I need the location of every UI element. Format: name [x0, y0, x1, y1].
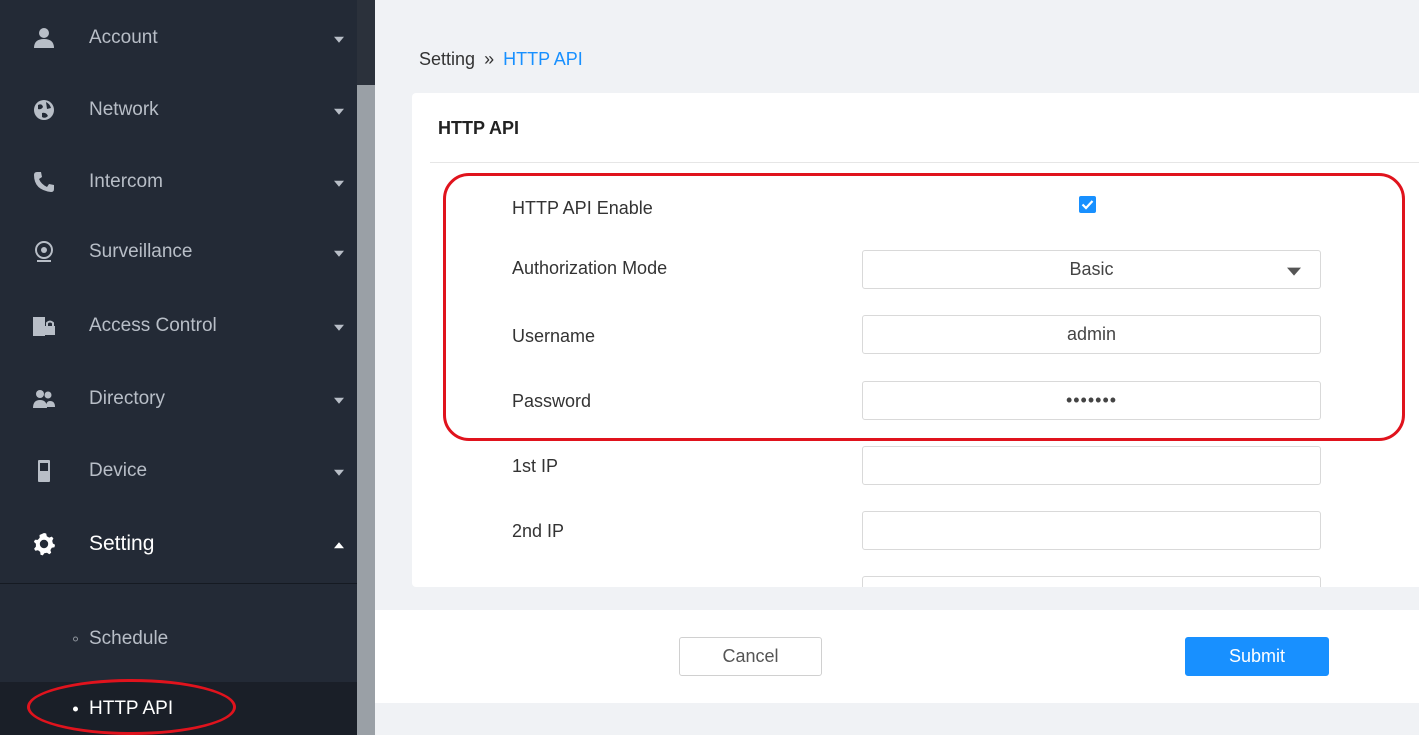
- sidebar-item-label: Network: [89, 99, 159, 120]
- card-title: HTTP API: [438, 118, 520, 138]
- sidebar-item-label: Intercom: [89, 171, 163, 192]
- chevron-down-icon: [334, 36, 344, 43]
- webcam-icon: [32, 240, 56, 264]
- ip3-field-partial[interactable]: [862, 576, 1321, 587]
- sidebar-scrollbar-thumb[interactable]: [357, 85, 375, 735]
- sidebar-item-intercom[interactable]: Intercom: [0, 146, 357, 218]
- authorization-mode-select[interactable]: Basic: [862, 250, 1321, 289]
- sidebar-item-label: Surveillance: [89, 241, 193, 262]
- breadcrumb-separator: »: [484, 49, 495, 69]
- sidebar-item-access-control[interactable]: Access Control: [0, 290, 357, 362]
- phone-icon: [32, 170, 56, 194]
- chevron-down-icon: [334, 250, 344, 257]
- sidebar-divider: [0, 583, 357, 584]
- password-label: Password: [512, 391, 592, 411]
- submit-button[interactable]: Submit: [1185, 637, 1329, 676]
- sidebar: Account Network Intercom Surveillance Ac…: [0, 0, 357, 735]
- globe-icon: [32, 98, 56, 122]
- sidebar-item-label: Device: [89, 460, 148, 481]
- sidebar-item-account[interactable]: Account: [0, 2, 357, 74]
- username-field[interactable]: [862, 315, 1321, 354]
- sidebar-item-directory[interactable]: Directory: [0, 363, 357, 435]
- sidebar-subitem-label: Schedule: [89, 628, 169, 649]
- users-icon: [32, 387, 56, 411]
- http-api-enable-checkbox[interactable]: [1079, 196, 1096, 213]
- chevron-down-icon: [334, 108, 344, 115]
- chevron-down-icon: [334, 324, 344, 331]
- sidebar-item-surveillance[interactable]: Surveillance: [0, 216, 357, 288]
- door-lock-icon: [32, 314, 56, 338]
- sidebar-scrollbar[interactable]: [357, 0, 375, 735]
- sidebar-item-label: Directory: [89, 388, 166, 409]
- chevron-down-icon: [334, 397, 344, 404]
- sidebar-item-label: Setting: [89, 532, 155, 555]
- authorization-mode-label: Authorization Mode: [512, 258, 668, 278]
- user-icon: [32, 26, 56, 50]
- card-divider: [430, 162, 1419, 163]
- ip2-label: 2nd IP: [512, 521, 565, 541]
- check-icon: [1081, 200, 1094, 210]
- bullet-icon: [73, 706, 78, 711]
- username-input[interactable]: [863, 315, 1320, 354]
- chevron-up-icon: [334, 542, 344, 549]
- sidebar-item-network[interactable]: Network: [0, 74, 357, 146]
- sidebar-item-setting[interactable]: Setting: [0, 508, 357, 580]
- ip2-input[interactable]: [863, 511, 1320, 550]
- breadcrumb-current: HTTP API: [503, 49, 583, 69]
- password-input[interactable]: •••••••: [1066, 390, 1117, 411]
- password-field[interactable]: •••••••: [862, 381, 1321, 420]
- username-label: Username: [512, 326, 596, 346]
- sidebar-item-label: Access Control: [89, 315, 217, 336]
- authorization-mode-value: Basic: [1069, 259, 1114, 279]
- bullet-icon: [73, 636, 78, 642]
- cancel-button[interactable]: Cancel: [679, 637, 822, 676]
- sidebar-subitem-http-api[interactable]: HTTP API: [0, 682, 357, 735]
- sidebar-item-device[interactable]: Device: [0, 435, 357, 507]
- footer-bar: Cancel Submit: [375, 610, 1419, 703]
- gear-icon: [32, 532, 56, 556]
- ip2-field[interactable]: [862, 511, 1321, 550]
- sidebar-subitem-label: HTTP API: [89, 697, 174, 719]
- http-api-enable-label: HTTP API Enable: [512, 198, 653, 218]
- chevron-down-icon: [1287, 267, 1301, 276]
- chevron-down-icon: [334, 469, 344, 476]
- breadcrumb: Setting » HTTP API: [419, 49, 583, 70]
- http-api-card: HTTP API HTTP API Enable Authorization M…: [412, 93, 1419, 587]
- sidebar-item-label: Account: [89, 27, 158, 48]
- ip1-input[interactable]: [863, 446, 1320, 485]
- ip1-field[interactable]: [862, 446, 1321, 485]
- device-icon: [32, 459, 56, 483]
- breadcrumb-parent[interactable]: Setting: [419, 49, 475, 69]
- ip1-label: 1st IP: [512, 456, 559, 476]
- chevron-down-icon: [334, 180, 344, 187]
- sidebar-subitem-schedule[interactable]: Schedule: [0, 609, 357, 669]
